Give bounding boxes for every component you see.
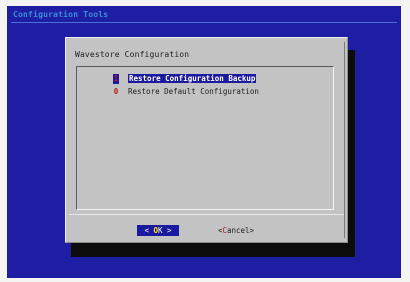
menu-item-label: Restore Default Configuration [128,87,259,96]
ok-button[interactable]: < OK > [137,225,179,236]
dialog-title: Wavestore Configuration [75,50,190,59]
terminal-screen: Configuration Tools Wavestore Configurat… [7,6,401,278]
dialog-border-line [344,42,345,238]
menu-item-tag: 1 [113,74,119,84]
ok-button-right-bracket: > [167,226,172,235]
backtitle: Configuration Tools [13,10,109,19]
ok-button-left-bracket: < [144,226,149,235]
button-row-divider [69,214,344,215]
cancel-button[interactable]: <Cancel> [212,225,260,236]
ok-button-label-rest: K [158,226,163,235]
menu-item-restore-default[interactable]: 0 Restore Default Configuration [113,87,259,97]
backtitle-divider [11,22,397,23]
menu-dialog: Wavestore Configuration 1 Restore Configu… [65,37,348,243]
menu-item-tag: 0 [113,87,119,96]
menu-item-label: Restore Configuration Backup [128,74,257,83]
cancel-button-label-rest: ancel [226,226,250,235]
menu-item-restore-backup[interactable]: 1 Restore Configuration Backup [113,74,257,84]
cancel-button-right-bracket: > [249,226,255,235]
